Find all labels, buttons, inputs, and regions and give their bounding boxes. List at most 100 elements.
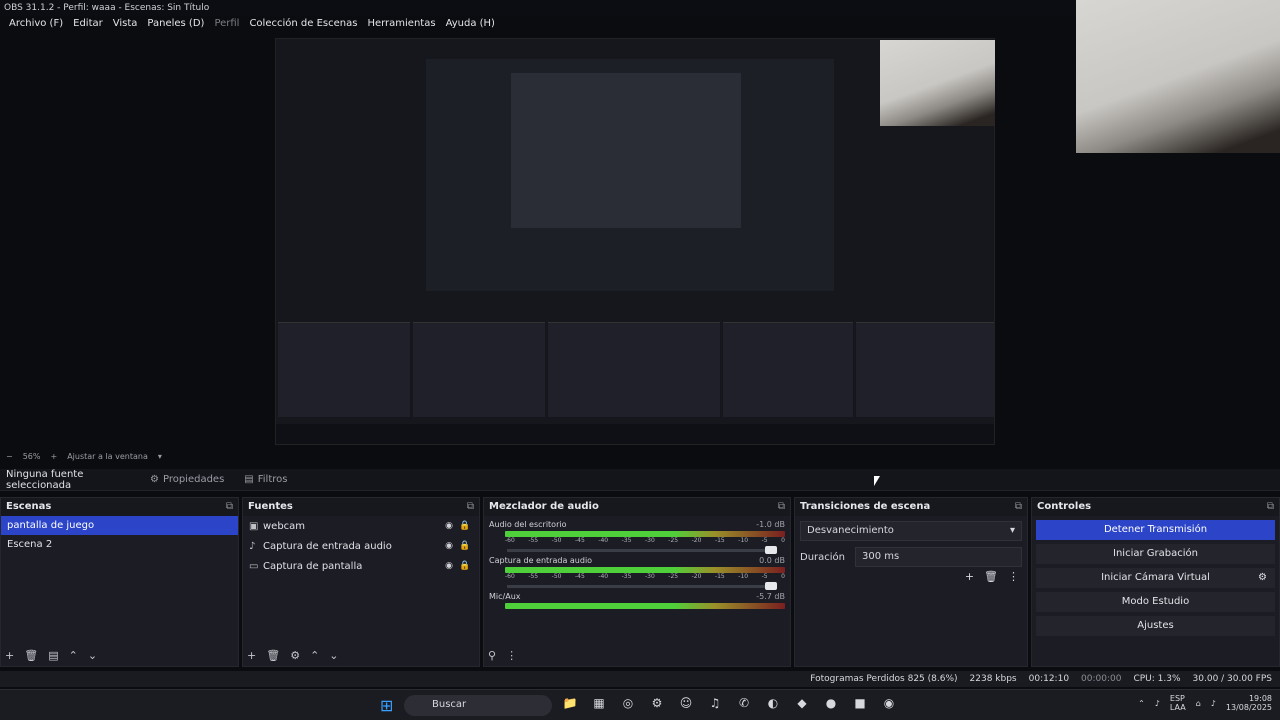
undock-icon[interactable]: ⧉ [467,501,474,513]
undock-icon[interactable]: ⧉ [1015,501,1022,513]
trash-icon[interactable]: 🗑 [266,649,280,662]
add-icon[interactable]: + [965,570,974,583]
scale-tick: -25 [668,537,679,544]
scene-item[interactable]: pantalla de juego [1,516,238,535]
eye-icon[interactable]: ◉ [441,541,457,551]
filters-button[interactable]: ▤ Filtros [234,472,297,487]
menu-file[interactable]: Archivo (F) [4,16,68,33]
steam-icon[interactable]: ⚙ [647,696,667,714]
lock-icon[interactable]: 🔒 [457,541,473,551]
gear-icon[interactable]: ⚙ [290,649,300,662]
menu-scene-collection[interactable]: Colección de Escenas [244,16,362,33]
undock-icon[interactable]: ⧉ [778,501,785,513]
properties-button[interactable]: ⚙ Propiedades [140,472,234,487]
start-recording-button[interactable]: Iniciar Grabación [1036,544,1275,564]
discord-icon[interactable]: ☺ [676,696,696,714]
studio-mode-button[interactable]: Modo Estudio [1036,592,1275,612]
microphone-icon: ♪ [249,540,256,552]
windows-start-icon[interactable]: ⊞ [380,696,393,715]
stop-stream-button[interactable]: Detener Transmisión [1036,520,1275,540]
folder-icon[interactable]: 📁 [560,696,580,714]
network-icon[interactable]: ⌂ [1196,699,1201,708]
system-tray: ⌃ ♪ ESP LAA ⌂ ♪ 19:08 13/08/2025 [1138,694,1272,712]
taskbar-search[interactable]: Buscar [404,695,552,716]
zoom-dropdown-icon[interactable]: ▾ [158,452,162,464]
menu-profile[interactable]: Perfil [209,16,244,33]
clock[interactable]: 19:08 13/08/2025 [1226,694,1272,712]
filter-icon[interactable]: ▤ [48,649,58,662]
mouse-cursor [874,476,880,486]
volume-slider[interactable] [507,582,777,590]
virtual-camera-button[interactable]: Iniciar Cámara Virtual ⚙ [1036,568,1275,588]
properties-label: Propiedades [162,474,225,485]
scale-tick: -10 [738,573,749,580]
menu-edit[interactable]: Editar [68,16,108,33]
scale-tick: -50 [551,537,562,544]
chevron-up-icon[interactable]: ⌃ [310,649,319,662]
zoom-minus-icon[interactable]: − [6,452,13,464]
zoom-fit[interactable]: Ajustar a la ventana [67,452,148,464]
transition-select[interactable]: Desvanecimiento ▾ [800,521,1022,541]
filter-icon: ▤ [244,474,254,485]
spotify-icon[interactable]: ♫ [705,696,725,714]
volume-icon[interactable]: ♪ [1211,699,1216,708]
gear-icon[interactable]: ⚙ [1258,572,1267,583]
chevron-up-icon[interactable]: ⌃ [69,649,78,662]
scale-tick: -55 [528,573,539,580]
transition-type: Desvanecimiento [807,525,894,536]
menu-tools[interactable]: Herramientas [362,16,440,33]
menu-docks[interactable]: Paneles (D) [142,16,209,33]
chevron-up-icon[interactable]: ⌃ [1138,699,1145,708]
chrome-icon[interactable]: ◎ [618,696,638,714]
meter-scale: -60 -55 -50 -45 -40 -35 -30 -25 -20 -15 -10 -5 0 [505,573,785,581]
language[interactable]: ESP LAA [1170,694,1186,712]
more-icon[interactable]: ⋮ [506,649,517,662]
trash-icon[interactable]: 🗑 [984,570,998,583]
scale-tick: 0 [781,537,785,544]
trash-icon[interactable]: 🗑 [24,649,38,662]
track-db: 0.0 dB [759,556,785,565]
scene-item[interactable]: Escena 2 [1,535,238,554]
lock-icon[interactable]: 🔒 [457,561,473,571]
store-icon[interactable]: ▦ [589,696,609,714]
volume-meter [505,603,785,609]
source-item[interactable]: ▣ webcam ◉ 🔒 [243,516,479,536]
no-source-label: Ninguna fuente seleccionada [6,468,84,491]
add-icon[interactable]: + [5,649,14,662]
chevron-down-icon[interactable]: ⌄ [88,649,97,662]
zoom-bar: − 56% + Ajustar a la ventana ▾ [0,452,1280,464]
chevron-down-icon[interactable]: ⌄ [329,649,338,662]
eye-icon[interactable]: ◉ [441,561,457,571]
scale-tick: -20 [691,573,702,580]
source-item[interactable]: ♪ Captura de entrada audio ◉ 🔒 [243,536,479,556]
eye-icon[interactable]: ◉ [441,521,457,531]
firefox-icon[interactable]: ◐ [763,696,783,714]
settings-button[interactable]: Ajustes [1036,616,1275,636]
scale-tick: -15 [714,537,725,544]
menu-help[interactable]: Ayuda (H) [441,16,500,33]
zoom-plus-icon[interactable]: + [50,452,57,464]
undock-icon[interactable]: ⧉ [1267,501,1274,513]
duration-label: Duración [800,551,846,563]
duration-input[interactable]: 300 ms [855,547,1022,567]
obs-icon[interactable]: ◉ [879,696,899,714]
whatsapp-icon[interactable]: ✆ [734,696,754,714]
audio-mixer-dock: Mezclador de audio ⧉ Audio del escritorio… [483,497,791,667]
mixer-track: Captura de entrada audio 0.0 dB -60 -55 -50… [489,556,785,590]
track-name: Captura de entrada audio [489,556,593,565]
menu-view[interactable]: Vista [108,16,143,33]
roblox-icon[interactable]: ■ [850,696,870,714]
undock-icon[interactable]: ⧉ [226,501,233,513]
more-icon[interactable]: ⋮ [1008,570,1019,583]
gear-icon: ⚙ [150,474,159,485]
lock-icon[interactable]: 🔒 [457,521,473,531]
track-name: Audio del escritorio [489,520,567,529]
add-icon[interactable]: + [247,649,256,662]
link-icon[interactable]: ⚲ [488,649,496,662]
epic-icon[interactable]: ◆ [792,696,812,714]
source-item[interactable]: ▭ Captura de pantalla ◉ 🔒 [243,556,479,576]
transitions-title: Transiciones de escena [800,501,931,512]
camera-icon: ▣ [249,520,259,532]
volume-slider[interactable] [507,546,777,554]
app-icon[interactable]: ● [821,696,841,714]
